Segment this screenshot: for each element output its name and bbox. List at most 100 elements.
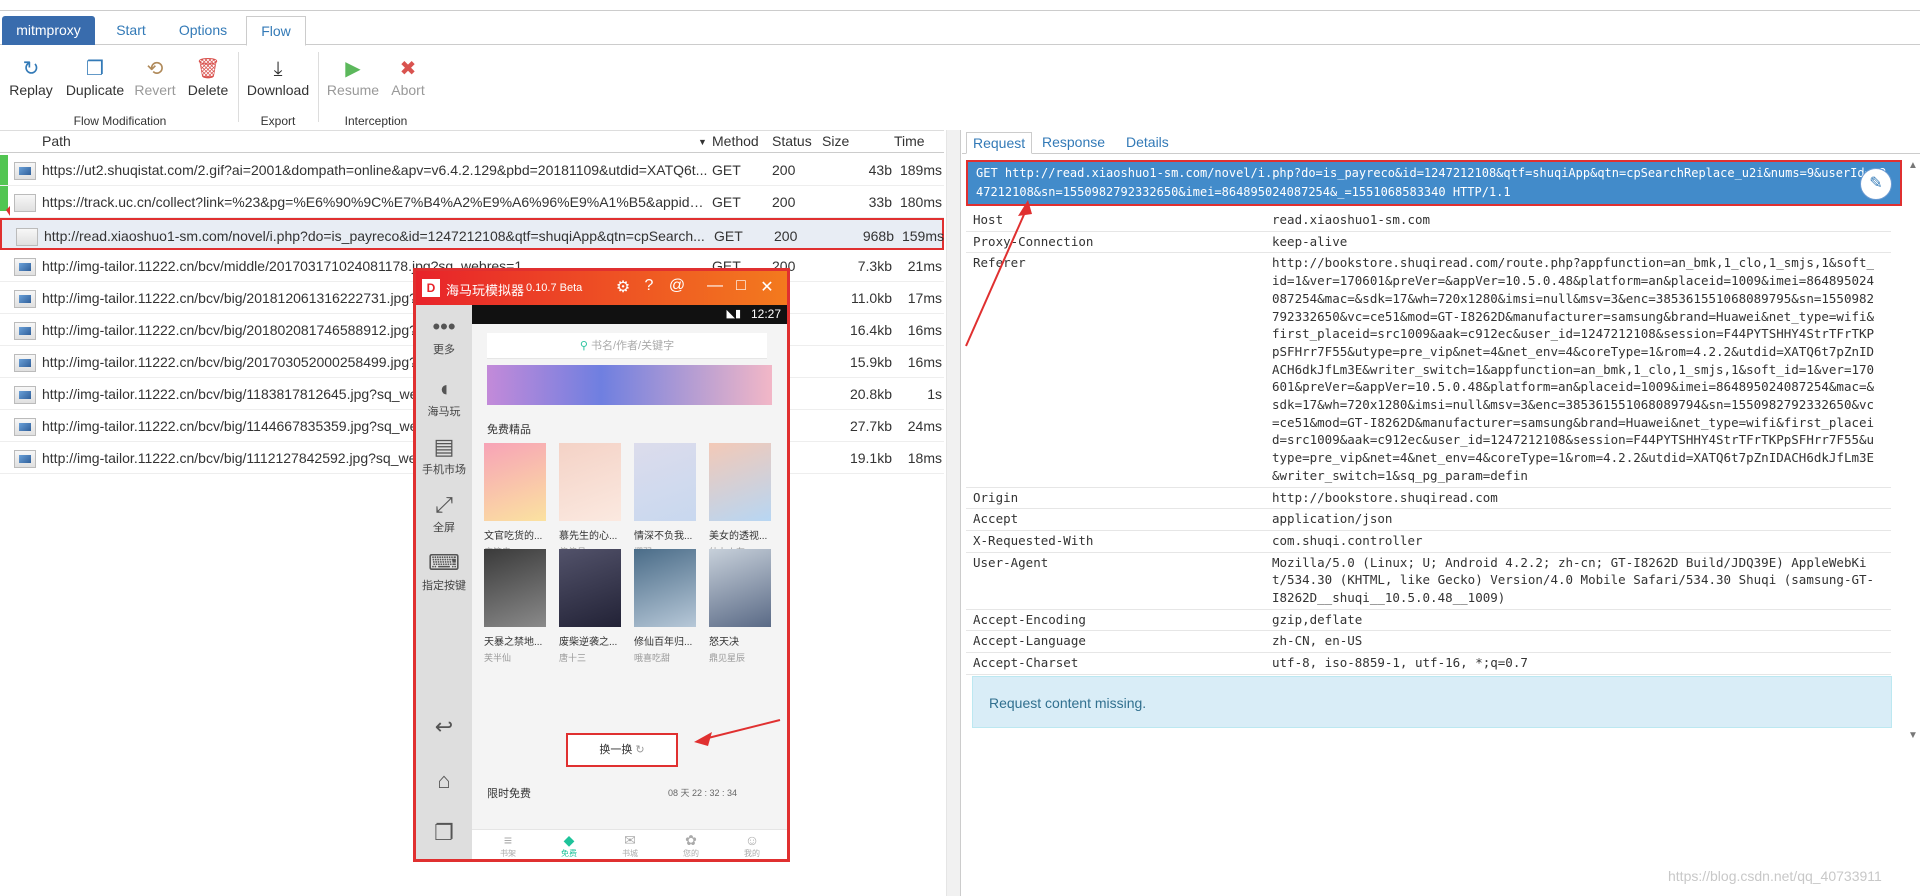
book-card[interactable]: 美女的透视...幼力火车 [709, 443, 771, 558]
haima-icon: ◖ [437, 376, 451, 401]
phone-tab[interactable]: ✿ 您的 [661, 832, 721, 859]
sidebar-item-fullscreen[interactable]: ⤢ 全屏 [416, 491, 472, 535]
close-icon[interactable]: ✕ [756, 277, 778, 297]
header-key: Accept-Encoding [973, 611, 1086, 627]
phone-tab[interactable]: ✉ 书城 [600, 832, 660, 859]
book-card[interactable]: 废柴逆袭之... 唐十三 [559, 549, 621, 664]
image-file-icon [14, 450, 36, 468]
flow-table-scrollbar[interactable] [946, 130, 960, 896]
tab-request[interactable]: Request [966, 132, 1033, 154]
emulator-sidebar: ••• 更多 ◖ 海马玩 ▤ 手机市场 ⤢ 全屏 ⌨ 指定按键 ↩ ⌂ ❐ [416, 305, 472, 859]
sidebar-item-haima[interactable]: ◖ 海马玩 [416, 375, 472, 419]
scroll-up-icon[interactable]: ▲ [1908, 160, 1918, 171]
header-key: Accept-Language [973, 633, 1086, 649]
flow-time: 24ms [907, 418, 942, 434]
help-icon[interactable]: ? [638, 277, 660, 295]
header-value[interactable]: keep-alive [1272, 233, 1875, 251]
android-emulator-window[interactable]: D 海马玩模拟器 0.10.7 Beta ⚙ ? @ — □ ✕ ••• 更多 … [413, 268, 790, 862]
flow-row[interactable]: https://track.uc.cn/collect?link=%23&pg=… [0, 186, 944, 218]
phone-tab-label: 我的 [744, 849, 760, 858]
flow-path: https://track.uc.cn/collect?link=%23&pg=… [42, 194, 708, 210]
edit-pencil-icon[interactable]: ✎ [1860, 168, 1892, 200]
book-card[interactable]: 天暴之禁地... 芙半仙 [484, 549, 546, 664]
image-file-icon [14, 418, 36, 436]
book-search-input[interactable]: ⚲ 书名/作者/关键字 [487, 333, 767, 359]
revert-button[interactable]: ⟲ Revert [132, 56, 178, 98]
book-cover [709, 549, 771, 627]
header-value[interactable]: http://bookstore.shuqiread.com [1272, 489, 1875, 507]
book-card[interactable]: 怒天决 鼎见星辰 [709, 549, 771, 664]
book-title: 情深不负我... [634, 531, 693, 542]
duplicate-button[interactable]: ❐ Duplicate [64, 56, 126, 98]
back-icon[interactable]: ↩ [416, 713, 472, 741]
delete-button[interactable]: 🗑 Delete [186, 56, 230, 98]
at-icon[interactable]: @ [666, 277, 688, 295]
header-value[interactable]: zh-CN, en-US [1272, 632, 1875, 650]
group-label-flow-modification: Flow Modification [73, 114, 167, 128]
book-card[interactable]: 修仙百年归... 哦喜吃甜 [634, 549, 696, 664]
recents-icon[interactable]: ❐ [416, 819, 472, 847]
request-headers-table: Host read.xiaoshuo1-sm.com Proxy-Connectio… [966, 210, 1891, 675]
promo-banner[interactable] [487, 365, 772, 405]
tab-start[interactable]: Start [110, 16, 152, 45]
header-value[interactable]: http://bookstore.shuqiread.com/route.php… [1272, 254, 1875, 484]
header-value[interactable]: utf-8, iso-8859-1, utf-16, *;q=0.7 [1272, 654, 1875, 672]
delete-label: Delete [187, 82, 229, 98]
flow-row[interactable]: http://read.xiaoshuo1-sm.com/novel/i.php… [0, 218, 944, 250]
tab-options[interactable]: Options [172, 16, 234, 45]
gear-icon[interactable]: ⚙ [612, 277, 634, 297]
panel-splitter[interactable] [960, 130, 961, 896]
header-value[interactable]: com.shuqi.controller [1272, 532, 1875, 550]
sidebar-item-more[interactable]: ••• 更多 [416, 313, 472, 357]
book-cover [709, 443, 771, 521]
minimize-icon[interactable]: — [704, 277, 726, 295]
book-author: 芙半仙 [484, 653, 512, 663]
tab-flow[interactable]: Flow [246, 16, 306, 46]
resume-button[interactable]: ▶ Resume [324, 56, 382, 98]
phone-tab[interactable]: ☺ 我的 [722, 832, 782, 859]
maximize-icon[interactable]: □ [730, 277, 752, 295]
abort-button[interactable]: ✖ Abort [388, 56, 428, 98]
emulator-title-bar[interactable]: D 海马玩模拟器 0.10.7 Beta ⚙ ? @ — □ ✕ [416, 271, 787, 305]
col-method[interactable]: Method [712, 133, 759, 149]
phone-tab[interactable]: ◆ 免费 [539, 832, 599, 859]
phone-tab-label: 免费 [561, 849, 577, 858]
header-value[interactable]: gzip,deflate [1272, 611, 1875, 629]
swap-label: 换一换 [599, 744, 633, 756]
col-status[interactable]: Status [772, 133, 812, 149]
book-card[interactable]: 情深不负我...樱羽 [634, 443, 696, 558]
tab-response[interactable]: Response [1036, 132, 1111, 154]
flow-time: 21ms [907, 258, 942, 274]
header-value[interactable]: read.xiaoshuo1-sm.com [1272, 211, 1875, 229]
request-content-missing-alert: Request content missing. [972, 676, 1892, 728]
book-title: 修仙百年归... [634, 637, 693, 648]
book-title: 天暴之禁地... [484, 637, 543, 648]
book-card[interactable]: 文官吃货的...庄筱鬼 [484, 443, 546, 558]
tab-details[interactable]: Details [1120, 132, 1175, 154]
col-size[interactable]: Size [822, 133, 849, 149]
sidebar-item-keymap[interactable]: ⌨ 指定按键 [416, 549, 472, 593]
scroll-down-icon[interactable]: ▼ [1908, 730, 1918, 741]
tab-mitmproxy[interactable]: mitmproxy [2, 16, 95, 45]
col-time[interactable]: Time [894, 133, 925, 149]
home-icon[interactable]: ⌂ [416, 767, 472, 795]
book-card[interactable]: 慕先生的心...偏偏月 [559, 443, 621, 558]
watermark: https://blog.csdn.net/qq_40733911 [1668, 868, 1882, 884]
replay-button[interactable]: ↻ Replay [8, 56, 54, 98]
flow-path: https://ut2.shuqistat.com/2.gif?ai=2001&… [42, 162, 708, 178]
book-cover [559, 443, 621, 521]
header-value[interactable]: application/json [1272, 510, 1875, 528]
download-button[interactable]: ⤓ Download [244, 56, 312, 98]
section-free-title: 免费精品 [487, 424, 531, 436]
phone-tab[interactable]: ≡ 书架 [478, 832, 538, 859]
keyboard-icon: ⌨ [428, 550, 460, 575]
detail-scrollbar[interactable]: ▲ ▼ [1906, 160, 1920, 744]
col-path[interactable]: Path [42, 133, 71, 149]
swap-batch-button[interactable]: 换一换 ↻ [566, 733, 678, 767]
phone-screen[interactable]: ◣▮ 12:27 ⚲ 书名/作者/关键字 免费精品 文官吃货的...庄筱鬼慕先生… [472, 305, 787, 859]
request-line[interactable]: GET http://read.xiaoshuo1-sm.com/novel/i… [966, 160, 1902, 206]
sidebar-item-market[interactable]: ▤ 手机市场 [416, 433, 472, 477]
flow-row[interactable]: https://ut2.shuqistat.com/2.gif?ai=2001&… [0, 154, 944, 186]
header-value[interactable]: Mozilla/5.0 (Linux; U; Android 4.2.2; zh… [1272, 554, 1875, 607]
top-divider [0, 10, 1920, 11]
